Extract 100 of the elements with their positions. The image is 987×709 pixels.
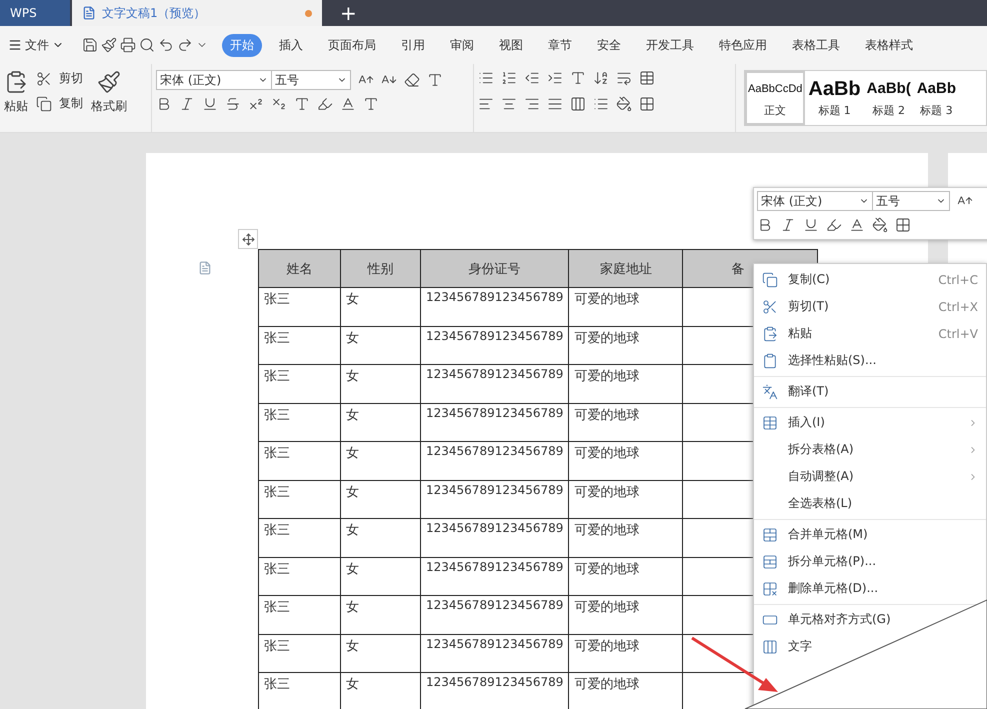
table-cell: 女 bbox=[340, 557, 420, 596]
borders-icon[interactable] bbox=[639, 96, 655, 112]
save-icon[interactable] bbox=[82, 37, 98, 53]
ribbon-tab[interactable]: 表格样式 bbox=[857, 34, 921, 56]
ribbon-tab[interactable]: 页面布局 bbox=[320, 34, 384, 56]
ribbon-tab[interactable]: 插入 bbox=[271, 34, 311, 56]
menu-item[interactable]: 自动调整(A) bbox=[788, 468, 854, 485]
menu-item[interactable]: 全选表格(L) bbox=[788, 495, 852, 512]
superscript-icon[interactable] bbox=[248, 96, 264, 112]
ribbon-tab[interactable]: 引用 bbox=[393, 34, 433, 56]
delete-cells-icon bbox=[762, 580, 778, 596]
underline-icon[interactable] bbox=[803, 217, 819, 233]
align-center-icon[interactable] bbox=[501, 96, 517, 112]
document-icon bbox=[82, 6, 96, 20]
align-left-icon[interactable] bbox=[478, 96, 494, 112]
style-option[interactable]: AaBb( 标题 2 bbox=[864, 71, 914, 125]
table-cell: 张三 bbox=[258, 326, 340, 364]
italic-icon[interactable] bbox=[780, 217, 796, 233]
borders-icon[interactable] bbox=[895, 217, 911, 233]
new-tab-button[interactable]: + bbox=[324, 0, 373, 26]
ribbon-tab[interactable]: 特色应用 bbox=[711, 34, 775, 56]
brush-icon[interactable] bbox=[97, 70, 121, 94]
outdent-icon[interactable] bbox=[524, 70, 540, 86]
copy-icon[interactable] bbox=[36, 96, 52, 112]
menu-item[interactable]: 拆分单元格(P)... bbox=[788, 553, 876, 570]
print-icon[interactable] bbox=[120, 37, 136, 53]
style-option[interactable]: AaBb 标题 1 bbox=[805, 71, 864, 125]
font-field[interactable]: 宋体 (正文) bbox=[757, 191, 873, 211]
italic-icon[interactable] bbox=[179, 96, 195, 112]
table-cell: 张三 bbox=[258, 364, 340, 403]
highlighter-icon[interactable] bbox=[317, 96, 333, 112]
move-handle[interactable] bbox=[238, 229, 258, 249]
copy-button[interactable]: 复制 bbox=[59, 95, 83, 112]
menu-item[interactable]: 翻译(T) bbox=[788, 383, 829, 400]
size-field[interactable]: 五号 bbox=[872, 191, 950, 211]
preview-icon[interactable] bbox=[139, 37, 155, 53]
menu-item[interactable]: 粘贴 bbox=[788, 325, 812, 342]
ribbon-tab[interactable]: 表格工具 bbox=[784, 34, 848, 56]
highlighter-icon[interactable] bbox=[826, 217, 842, 233]
menu-icon[interactable] bbox=[8, 38, 22, 52]
style-option[interactable]: AaBbCcDd 正文 bbox=[745, 71, 806, 125]
fill-icon[interactable] bbox=[616, 96, 632, 112]
undo-icon[interactable] bbox=[158, 37, 174, 53]
ribbon-tab[interactable]: 安全 bbox=[589, 34, 629, 56]
font-field[interactable]: 宋体 (正文) bbox=[156, 70, 272, 90]
underline-icon[interactable] bbox=[202, 96, 218, 112]
menu-item[interactable]: 文字 bbox=[788, 638, 812, 655]
menu-item[interactable]: 删除单元格(D)... bbox=[788, 580, 878, 597]
menu-item[interactable]: 单元格对齐方式(G) bbox=[788, 611, 891, 628]
paste-button[interactable]: 粘贴 bbox=[4, 70, 28, 126]
table-cell: 张三 bbox=[258, 518, 340, 557]
scissors-icon[interactable] bbox=[36, 70, 52, 86]
table-cell: 女 bbox=[340, 634, 420, 672]
window-tab[interactable]: WPS bbox=[0, 0, 70, 26]
merge-cells-icon bbox=[762, 526, 778, 542]
fill-icon[interactable] bbox=[872, 217, 888, 233]
table-cell: 可爱的地球 bbox=[568, 596, 683, 634]
table-cell: 可爱的地球 bbox=[568, 288, 683, 326]
strikethrough-icon[interactable] bbox=[225, 96, 241, 112]
file-menu[interactable]: 文件 bbox=[25, 36, 49, 54]
copy-icon bbox=[762, 272, 778, 288]
format-painter-button[interactable]: 格式刷 bbox=[91, 70, 127, 126]
table-cell: 张三 bbox=[258, 557, 340, 596]
table-cell: 123456789123456789 bbox=[420, 403, 569, 442]
window-tab[interactable]: 文字文稿1（预览） bbox=[72, 0, 322, 26]
subscript-icon[interactable] bbox=[271, 96, 287, 112]
table-cell: 女 bbox=[340, 403, 420, 442]
menu-item[interactable]: 拆分表格(A) bbox=[788, 441, 854, 458]
align-right-icon[interactable] bbox=[524, 96, 540, 112]
menu-item[interactable]: 插入(I) bbox=[788, 414, 825, 431]
numbering-icon[interactable] bbox=[501, 70, 517, 86]
table-cell: 可爱的地球 bbox=[568, 557, 683, 596]
cut-button[interactable]: 剪切 bbox=[59, 70, 83, 87]
table-cell: 张三 bbox=[258, 672, 340, 709]
wrap-icon[interactable] bbox=[616, 70, 632, 86]
table-icon[interactable] bbox=[639, 70, 655, 86]
sort-icon[interactable] bbox=[593, 70, 609, 86]
redo-icon[interactable] bbox=[177, 37, 193, 53]
eraser-icon[interactable] bbox=[404, 72, 420, 88]
size-field[interactable]: 五号 bbox=[271, 70, 351, 90]
table-cell: 女 bbox=[340, 364, 420, 403]
column-header: 姓名 bbox=[258, 250, 340, 288]
painter-icon[interactable] bbox=[101, 37, 117, 53]
menu-item[interactable]: 合并单元格(M) bbox=[788, 526, 868, 543]
menu-item[interactable]: 选择性粘贴(S)... bbox=[788, 352, 876, 369]
font-color-icon[interactable] bbox=[340, 96, 356, 112]
table-cell: 123456789123456789 bbox=[420, 518, 569, 557]
ribbon-tab[interactable]: 章节 bbox=[540, 34, 580, 56]
column-header: 身份证号 bbox=[420, 250, 569, 288]
table-cell: 可爱的地球 bbox=[568, 480, 683, 518]
ribbon-tab[interactable]: 视图 bbox=[491, 34, 531, 56]
ribbon-tab[interactable]: 审阅 bbox=[442, 34, 482, 56]
column-header: 家庭地址 bbox=[568, 250, 683, 288]
style-option[interactable]: AaBb 标题 3 bbox=[914, 71, 959, 125]
font-color-icon[interactable] bbox=[849, 217, 865, 233]
justify-icon[interactable] bbox=[547, 96, 563, 112]
indent-icon[interactable] bbox=[547, 70, 563, 86]
ribbon-tab[interactable]: 开发工具 bbox=[638, 34, 702, 56]
table-cell: 女 bbox=[340, 596, 420, 634]
menu-item[interactable]: 剪切(T) bbox=[788, 298, 829, 315]
